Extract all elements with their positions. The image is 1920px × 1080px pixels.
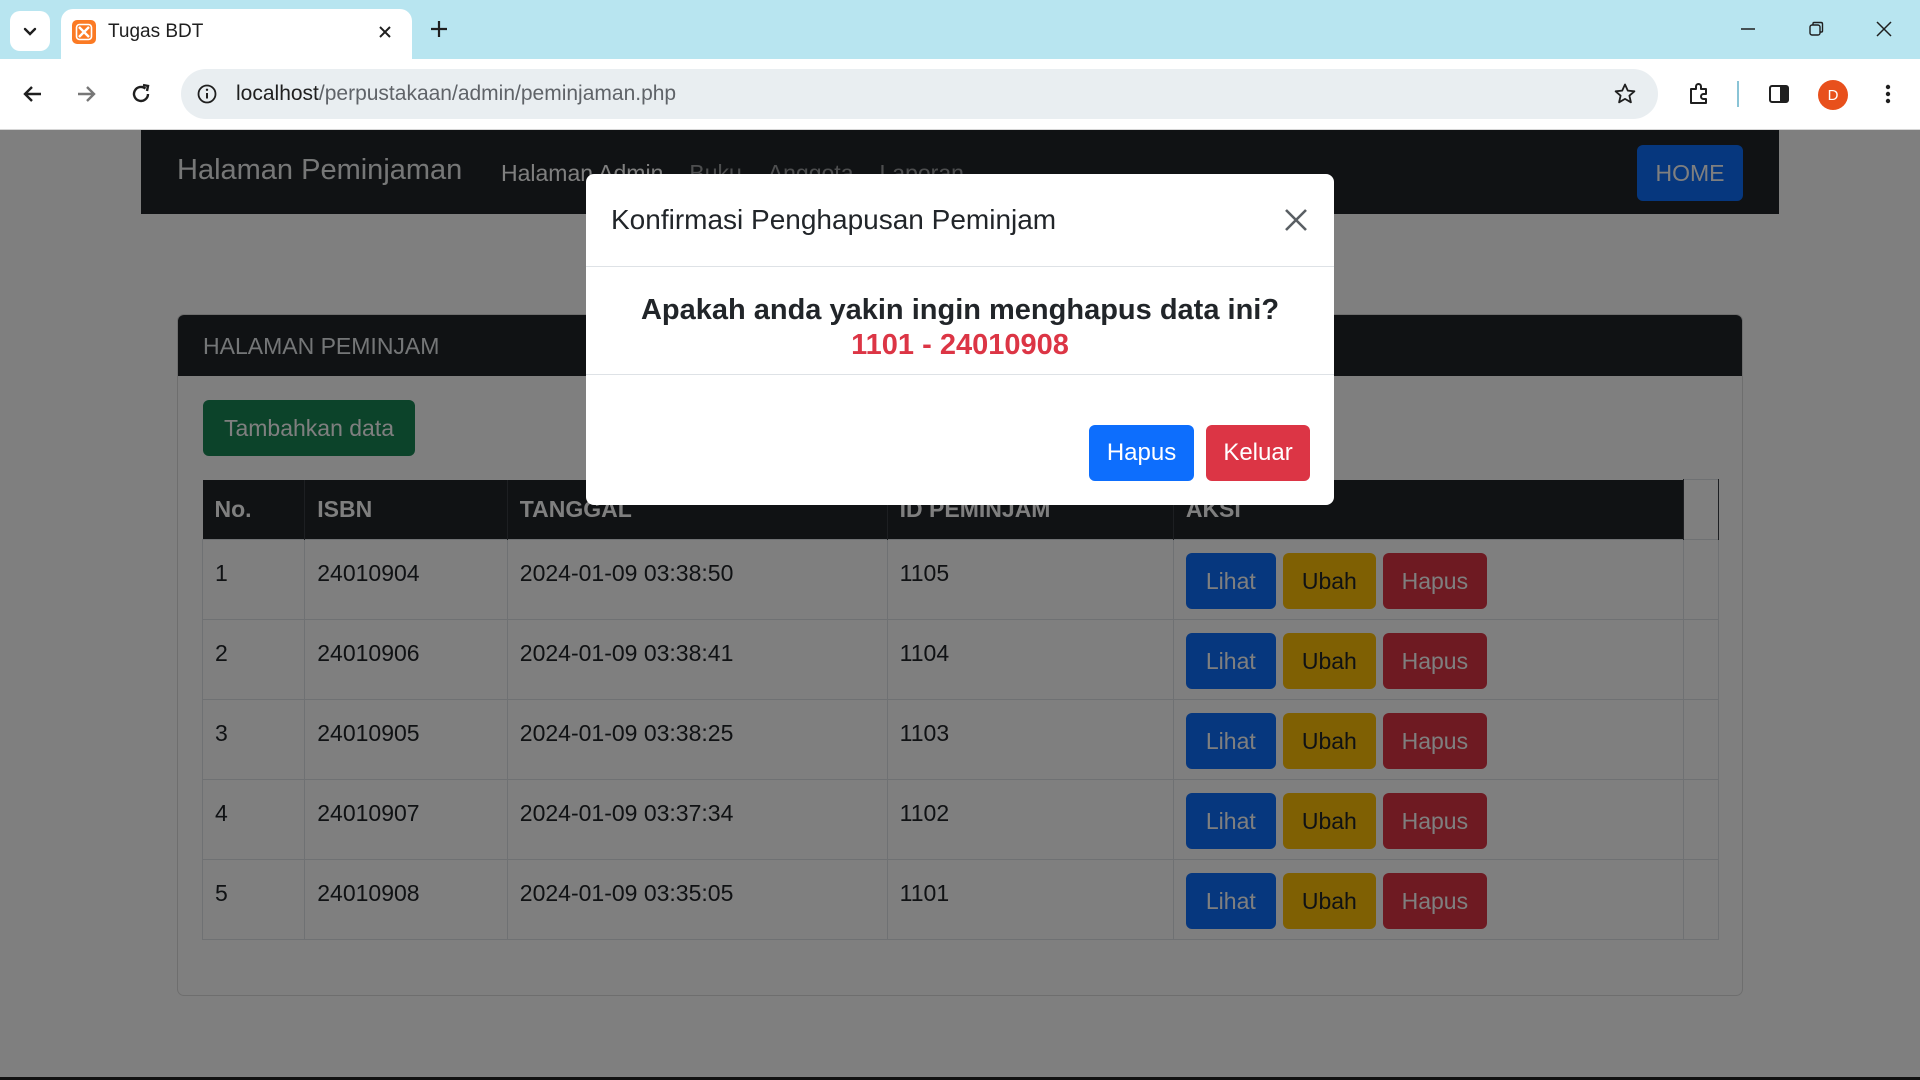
address-bar[interactable]: localhost/perpustakaan/admin/peminjaman.… (181, 69, 1658, 119)
tab-search-button[interactable] (10, 11, 50, 51)
star-icon (1614, 83, 1636, 104)
chevron-down-icon (23, 27, 37, 36)
browser-menu-button[interactable] (1872, 78, 1904, 110)
back-button[interactable] (15, 76, 51, 112)
cancel-button[interactable]: Keluar (1206, 425, 1310, 481)
side-panel-icon (1769, 85, 1789, 103)
minimize-button[interactable] (1728, 14, 1768, 44)
restore-icon (1809, 21, 1824, 36)
window-close-button[interactable] (1864, 14, 1904, 44)
modal-question: Apakah anda yakin ingin menghapus data i… (640, 294, 1280, 326)
reload-button[interactable] (123, 76, 159, 112)
side-panel-button[interactable] (1763, 78, 1795, 110)
close-icon (379, 26, 391, 38)
confirm-delete-button[interactable]: Hapus (1089, 425, 1194, 481)
minimize-icon (1741, 28, 1755, 30)
restore-button[interactable] (1796, 14, 1836, 44)
favicon-icon (72, 20, 96, 44)
modal-title: Konfirmasi Penghapusan Peminjam (611, 204, 1057, 235)
url-path: /perpustakaan/admin/peminjaman.php (318, 82, 677, 105)
close-icon (1285, 209, 1307, 231)
modal-header: Konfirmasi Penghapusan Peminjam (586, 174, 1334, 267)
modal-body: Apakah anda yakin ingin menghapus data i… (586, 267, 1334, 375)
page-viewport: Halaman Peminjaman Halaman Admin Buku An… (0, 130, 1920, 1080)
profile-avatar[interactable]: D (1818, 80, 1848, 110)
browser-toolbar: localhost/perpustakaan/admin/peminjaman.… (0, 59, 1920, 130)
forward-arrow-icon (78, 86, 96, 102)
delete-confirmation-modal: Konfirmasi Penghapusan Peminjam Apakah a… (586, 174, 1334, 505)
modal-record: 1101 - 24010908 (851, 329, 1069, 361)
kebab-menu-icon (1885, 84, 1891, 104)
info-icon[interactable] (194, 81, 220, 107)
extensions-button[interactable] (1683, 78, 1715, 110)
close-icon (1876, 21, 1892, 37)
browser-tab[interactable]: Tugas BDT (61, 9, 412, 59)
new-tab-button[interactable] (424, 14, 454, 44)
url-host: localhost (236, 82, 319, 105)
url-text[interactable]: localhost/perpustakaan/admin/peminjaman.… (236, 82, 676, 106)
browser-tab-strip: Tugas BDT (0, 0, 1920, 59)
plus-icon (431, 21, 447, 37)
bookmark-star-button[interactable] (1612, 81, 1638, 107)
reload-icon (132, 83, 150, 103)
extensions-icon (1690, 83, 1707, 104)
tab-title: Tugas BDT (108, 21, 204, 42)
tab-close-button[interactable] (372, 19, 398, 45)
toolbar-separator (1737, 81, 1739, 107)
back-arrow-icon (23, 86, 41, 102)
forward-button[interactable] (68, 76, 104, 112)
modal-close-button[interactable] (1280, 204, 1312, 236)
